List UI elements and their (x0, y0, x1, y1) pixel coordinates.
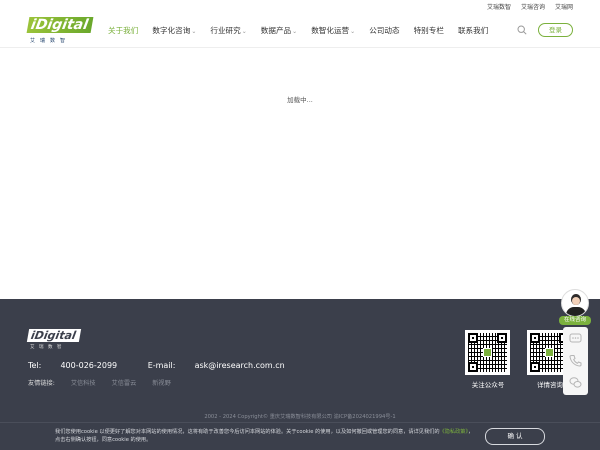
floating-consult-widget: 在线咨询 (559, 289, 591, 395)
nav-item-about[interactable]: 关于我们 (108, 25, 138, 36)
logo-subtitle: 艾瑞数智 (30, 38, 71, 44)
loading-text: 加载中... (287, 96, 313, 104)
footer-email[interactable]: E-mail: ask@iresearch.com.cn (148, 361, 299, 370)
cookie-text: 我们您使用cookie 以便更好了解您对本网站的使用情况，这将有助于改善您今后访… (55, 429, 474, 443)
nav-item-industry-research[interactable]: 行业研究⌄ (210, 25, 246, 36)
topbar-link-idigital[interactable]: 艾瑞数智 (487, 2, 511, 11)
topbar-link-iresearch[interactable]: 艾瑞网 (555, 2, 573, 11)
friend-link[interactable]: 新视野 (152, 380, 171, 387)
side-tool-panel (563, 327, 588, 395)
qr-caption-official-account: 关注公众号 (471, 381, 505, 389)
nav-item-data-products[interactable]: 数据产品⌄ (261, 25, 297, 36)
brand-logo[interactable]: iDigital 艾瑞数智 (26, 17, 94, 45)
chevron-down-icon: ⌄ (241, 27, 247, 35)
copyright: 2002 - 2024 Copyright© 重庆艾瑞数智科技有限公司 渝ICP… (204, 414, 396, 420)
nav-item-digital-operations[interactable]: 数智化运营⌄ (311, 25, 355, 36)
wechat-icon[interactable] (569, 376, 582, 389)
chevron-down-icon: ⌄ (292, 27, 298, 35)
chevron-down-icon: ⌄ (191, 27, 197, 35)
top-utility-bar: 艾瑞数智 艾瑞咨询 艾瑞网 (0, 0, 600, 13)
footer-logo: iDigital 艾瑞数智 (26, 329, 88, 351)
friend-links: 友情链接: 艾信科技 艾信雷云 新视野 (28, 378, 185, 387)
nav-item-news[interactable]: 公司动态 (369, 25, 399, 36)
consultant-avatar[interactable] (561, 289, 589, 317)
friend-link[interactable]: 艾信雷云 (112, 380, 137, 387)
phone-icon[interactable] (569, 354, 582, 367)
message-icon[interactable] (569, 332, 582, 345)
nav-item-special-column[interactable]: 特别专栏 (414, 25, 444, 36)
footer-tel: Tel: 400-026-2099 (28, 361, 118, 370)
login-button[interactable]: 登录 (538, 23, 573, 37)
wechat-qr-code (465, 330, 510, 375)
cookie-banner: 我们您使用cookie 以便更好了解您对本网站的使用情况，这将有助于改善您今后访… (0, 422, 600, 450)
friend-link[interactable]: 艾信科技 (71, 380, 96, 387)
topbar-link-consulting[interactable]: 艾瑞咨询 (521, 2, 545, 11)
cookie-confirm-button[interactable]: 确 认 (485, 428, 545, 445)
nav-item-contact[interactable]: 联系我们 (458, 25, 488, 36)
nav-item-digital-consulting[interactable]: 数字化咨询⌄ (152, 25, 196, 36)
friend-links-label: 友情链接: (28, 380, 55, 387)
logo-wordmark: iDigital (26, 17, 94, 33)
nav-menu: 关于我们 数字化咨询⌄ 行业研究⌄ 数据产品⌄ 数智化运营⌄ 公司动态 特别专栏… (108, 13, 502, 47)
online-consult-button[interactable]: 在线咨询 (559, 316, 591, 325)
footer-logo-subtitle: 艾瑞数智 (30, 345, 66, 350)
footer-logo-wordmark: iDigital (26, 329, 81, 342)
footer-contact: Tel: 400-026-2099 E-mail: ask@iresearch.… (28, 361, 313, 370)
chevron-down-icon: ⌄ (350, 27, 356, 35)
search-icon[interactable] (517, 25, 527, 35)
privacy-policy-link[interactable]: 《隐私政策》 (440, 429, 469, 435)
main-nav: iDigital 艾瑞数智 关于我们 数字化咨询⌄ 行业研究⌄ 数据产品⌄ 数智… (0, 13, 600, 48)
